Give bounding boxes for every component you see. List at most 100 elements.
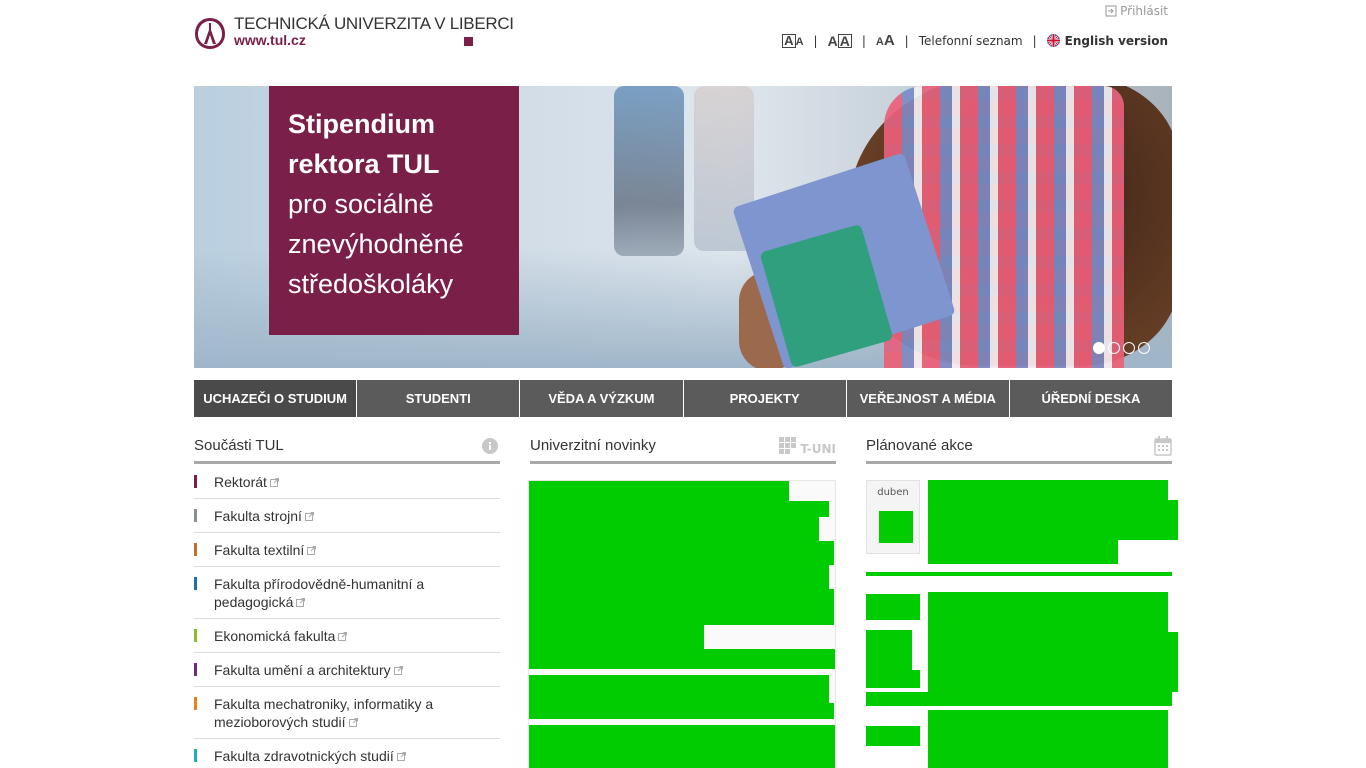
university-logo[interactable]: TECHNICKÁ UNIVERZITA V LIBERCI www.tul.c…	[194, 14, 514, 54]
units-title: Součásti TUL	[194, 437, 284, 454]
university-emblem-icon	[195, 18, 225, 49]
toolbar-separator: |	[904, 33, 909, 48]
redacted-block	[866, 670, 920, 688]
font-size-medium-button[interactable]: AA	[828, 33, 852, 49]
redacted-block	[529, 649, 835, 669]
unit-item-science-humanities[interactable]: Fakulta přírodovědně-humanitní a pedagog…	[194, 567, 500, 619]
redacted-block	[866, 692, 1172, 706]
font-size-small-button[interactable]: AA	[782, 33, 804, 48]
nav-item-students[interactable]: STUDENTI	[357, 380, 520, 417]
redacted-block	[928, 540, 1118, 564]
promo-line: středoškoláky	[288, 269, 454, 299]
login-icon	[1105, 5, 1117, 17]
t-uni-link[interactable]: T-UNI	[779, 436, 836, 456]
grid-icon	[779, 436, 797, 454]
english-version-link[interactable]: English version	[1046, 33, 1168, 48]
external-link-icon	[304, 512, 314, 521]
unit-item-mechatronics[interactable]: Fakulta mechatroniky, informatiky a mezi…	[194, 687, 500, 739]
unit-item-health-studies[interactable]: Fakulta zdravotnických studií	[194, 739, 500, 768]
promo-line: Stipendium	[288, 109, 435, 139]
unit-item-textile[interactable]: Fakulta textilní	[194, 533, 500, 567]
units-list: Rektorát Fakulta strojní Fakulta textiln…	[194, 465, 500, 768]
redacted-block	[529, 517, 819, 541]
unit-color-bar	[194, 663, 197, 676]
unit-item-mechanical[interactable]: Fakulta strojní	[194, 499, 500, 533]
login-link[interactable]: Přihlásit	[1105, 4, 1168, 18]
events-title: Plánované akce	[866, 437, 973, 454]
units-header: Součásti TUL	[194, 430, 500, 464]
news-list-redacted	[528, 480, 836, 768]
toolbar-separator: |	[813, 33, 818, 48]
external-link-icon	[338, 632, 348, 641]
redacted-block	[928, 632, 1178, 692]
phone-directory-link[interactable]: Telefonní seznam	[919, 34, 1023, 48]
event-month: duben	[877, 487, 909, 498]
unit-label: Fakulta umění a architektury	[214, 662, 391, 678]
unit-label: Ekonomická fakulta	[214, 628, 336, 644]
events-column: Plánované akce duben	[866, 430, 1178, 768]
redacted-block	[529, 725, 835, 768]
redacted-block	[866, 572, 1172, 576]
external-link-icon	[348, 718, 358, 727]
page: TECHNICKÁ UNIVERZITA V LIBERCI www.tul.c…	[194, 0, 1178, 768]
unit-item-arts-architecture[interactable]: Fakulta umění a architektury	[194, 653, 500, 687]
news-column: Univerzitní novinky T-UNI	[528, 430, 836, 768]
redacted-block	[866, 594, 920, 620]
promo-line: pro sociálně	[288, 189, 434, 219]
unit-color-bar	[194, 475, 197, 488]
nav-item-public-media[interactable]: VEŘEJNOST A MÉDIA	[846, 380, 1009, 417]
unit-label: Fakulta textilní	[214, 542, 305, 558]
redacted-block	[928, 592, 1168, 632]
redacted-block	[529, 481, 789, 501]
news-title: Univerzitní novinky	[530, 437, 656, 454]
nav-item-research[interactable]: VĚDA A VÝZKUM	[520, 380, 683, 417]
unit-label: Fakulta přírodovědně-humanitní a pedagog…	[214, 576, 425, 610]
font-size-large-label: A	[883, 32, 895, 49]
external-link-icon	[269, 478, 279, 487]
redacted-block	[529, 675, 829, 703]
font-size-medium-label: A	[837, 32, 852, 49]
unit-color-bar	[194, 749, 197, 762]
university-name: TECHNICKÁ UNIVERZITA V LIBERCI	[234, 14, 514, 33]
external-link-icon	[296, 598, 306, 607]
info-icon[interactable]	[482, 437, 498, 454]
external-link-icon	[307, 546, 317, 555]
redacted-block	[866, 630, 912, 670]
nav-item-applicants[interactable]: UCHAZEČI O STUDIUM	[194, 380, 357, 417]
unit-label: Fakulta mechatroniky, informatiky a mezi…	[214, 696, 434, 730]
unit-label: Fakulta zdravotnických studií	[214, 748, 394, 764]
font-size-large-button[interactable]: AA	[876, 32, 895, 49]
logo-square-decoration	[464, 37, 473, 46]
nav-item-official-board[interactable]: ÚŘEDNÍ DESKA	[1009, 380, 1173, 417]
login-label: Přihlásit	[1120, 4, 1168, 18]
unit-label: Rektorát	[214, 474, 267, 490]
slider-dot[interactable]	[1093, 342, 1105, 354]
toolbar-separator: |	[1032, 33, 1037, 48]
main-navigation: UCHAZEČI O STUDIUM STUDENTI VĚDA A VÝZKU…	[194, 380, 1173, 417]
slider-dot[interactable]	[1108, 342, 1120, 354]
nav-item-projects[interactable]: PROJEKTY	[683, 380, 846, 417]
hero-slider[interactable]: Stipendium rektora TUL pro sociálně znev…	[194, 86, 1172, 368]
slider-dot[interactable]	[1123, 342, 1135, 354]
promo-line: znevýhodněné	[288, 229, 464, 259]
unit-color-bar	[194, 543, 197, 556]
unit-item-economics[interactable]: Ekonomická fakulta	[194, 619, 500, 653]
redacted-block	[928, 500, 1178, 540]
event-date-badge: duben	[866, 480, 920, 554]
english-version-label: English version	[1064, 33, 1168, 48]
redacted-block	[928, 480, 1168, 500]
unit-color-bar	[194, 697, 197, 710]
calendar-icon[interactable]	[1154, 435, 1172, 456]
toolbar-separator: |	[861, 33, 866, 48]
redacted-block	[529, 541, 834, 565]
hero-promo-box[interactable]: Stipendium rektora TUL pro sociálně znev…	[269, 86, 519, 335]
uk-flag-icon	[1046, 34, 1060, 47]
redacted-block	[529, 703, 834, 719]
redacted-block	[928, 710, 1168, 768]
unit-item-rectorate[interactable]: Rektorát	[194, 465, 500, 499]
external-link-icon	[396, 752, 406, 761]
promo-line: rektora TUL	[288, 149, 440, 179]
slider-dot[interactable]	[1138, 342, 1150, 354]
redacted-block	[879, 511, 913, 543]
redacted-block	[529, 625, 704, 649]
